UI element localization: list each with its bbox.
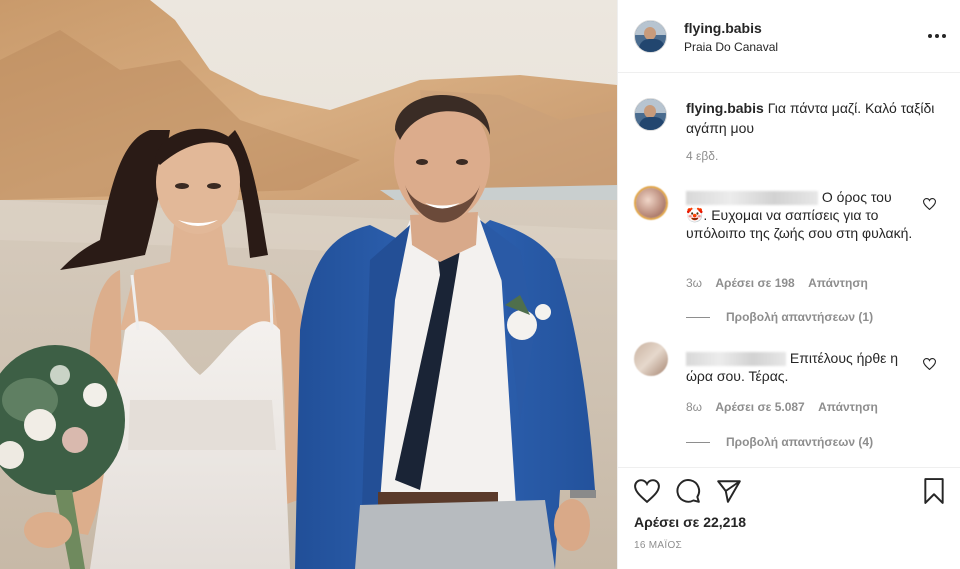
wedding-photo-image bbox=[0, 0, 617, 569]
header-username[interactable]: flying.babis bbox=[684, 20, 762, 36]
comment-like-heart-icon[interactable] bbox=[923, 198, 936, 210]
post-actions: Αρέσει σε 22,218 16 ΜΑΪΟΣ bbox=[618, 467, 960, 569]
post-header: flying.babis Praia Do Canaval bbox=[618, 0, 960, 73]
caption-time: 4 εβδ. bbox=[686, 149, 719, 163]
comment-meta: 8ω Αρέσει σε 5.087 Απάντηση bbox=[686, 400, 878, 414]
comment-avatar[interactable] bbox=[634, 186, 668, 220]
post-date: 16 ΜΑΪΟΣ bbox=[634, 540, 683, 551]
comment-icon[interactable] bbox=[675, 478, 701, 504]
comment-meta: 3ω Αρέσει σε 198 Απάντηση bbox=[686, 276, 868, 290]
view-replies-button[interactable]: Προβολή απαντήσεων (1) bbox=[686, 310, 873, 324]
share-icon[interactable] bbox=[716, 478, 742, 504]
divider-line bbox=[686, 317, 710, 319]
caption: flying.babis Για πάντα μαζί. Καλό ταξίδι… bbox=[686, 98, 941, 138]
comment-item: Ο όρος του 🤡. Ευχομαι να σαπίσεις για το… bbox=[686, 188, 916, 242]
heart-icon[interactable] bbox=[634, 478, 660, 504]
comment-reply-button[interactable]: Απάντηση bbox=[818, 400, 878, 414]
divider-line bbox=[686, 442, 710, 444]
post-photo[interactable] bbox=[0, 0, 617, 569]
caption-username[interactable]: flying.babis bbox=[686, 100, 764, 116]
bookmark-icon[interactable] bbox=[921, 478, 947, 504]
comment-item: Επιτέλους ήρθε η ώρα σου. Τέρας. bbox=[686, 349, 916, 385]
comment-like-heart-icon[interactable] bbox=[923, 358, 936, 370]
comment-time: 8ω bbox=[686, 400, 703, 414]
caption-avatar[interactable] bbox=[634, 98, 667, 131]
view-replies-label: Προβολή απαντήσεων (1) bbox=[726, 310, 874, 324]
comment-reply-button[interactable]: Απάντηση bbox=[808, 276, 868, 290]
comments-section: flying.babis Για πάντα μαζί. Καλό ταξίδι… bbox=[618, 74, 960, 467]
post-panel: flying.babis Praia Do Canaval flying.bab… bbox=[617, 0, 960, 569]
view-replies-button[interactable]: Προβολή απαντήσεων (4) bbox=[686, 435, 873, 449]
likes-count[interactable]: Αρέσει σε 22,218 bbox=[634, 514, 746, 530]
comment-time: 3ω bbox=[686, 276, 703, 290]
header-location[interactable]: Praia Do Canaval bbox=[684, 40, 778, 54]
comment-avatar[interactable] bbox=[634, 342, 668, 376]
avatar[interactable] bbox=[634, 20, 667, 53]
comment-username-redacted[interactable] bbox=[686, 352, 786, 367]
more-horizontal-icon[interactable] bbox=[926, 27, 948, 45]
comment-likes[interactable]: Αρέσει σε 198 bbox=[715, 276, 794, 290]
comment-likes[interactable]: Αρέσει σε 5.087 bbox=[715, 400, 804, 414]
view-replies-label: Προβολή απαντήσεων (4) bbox=[726, 435, 874, 449]
comment-username-redacted[interactable] bbox=[686, 191, 818, 206]
